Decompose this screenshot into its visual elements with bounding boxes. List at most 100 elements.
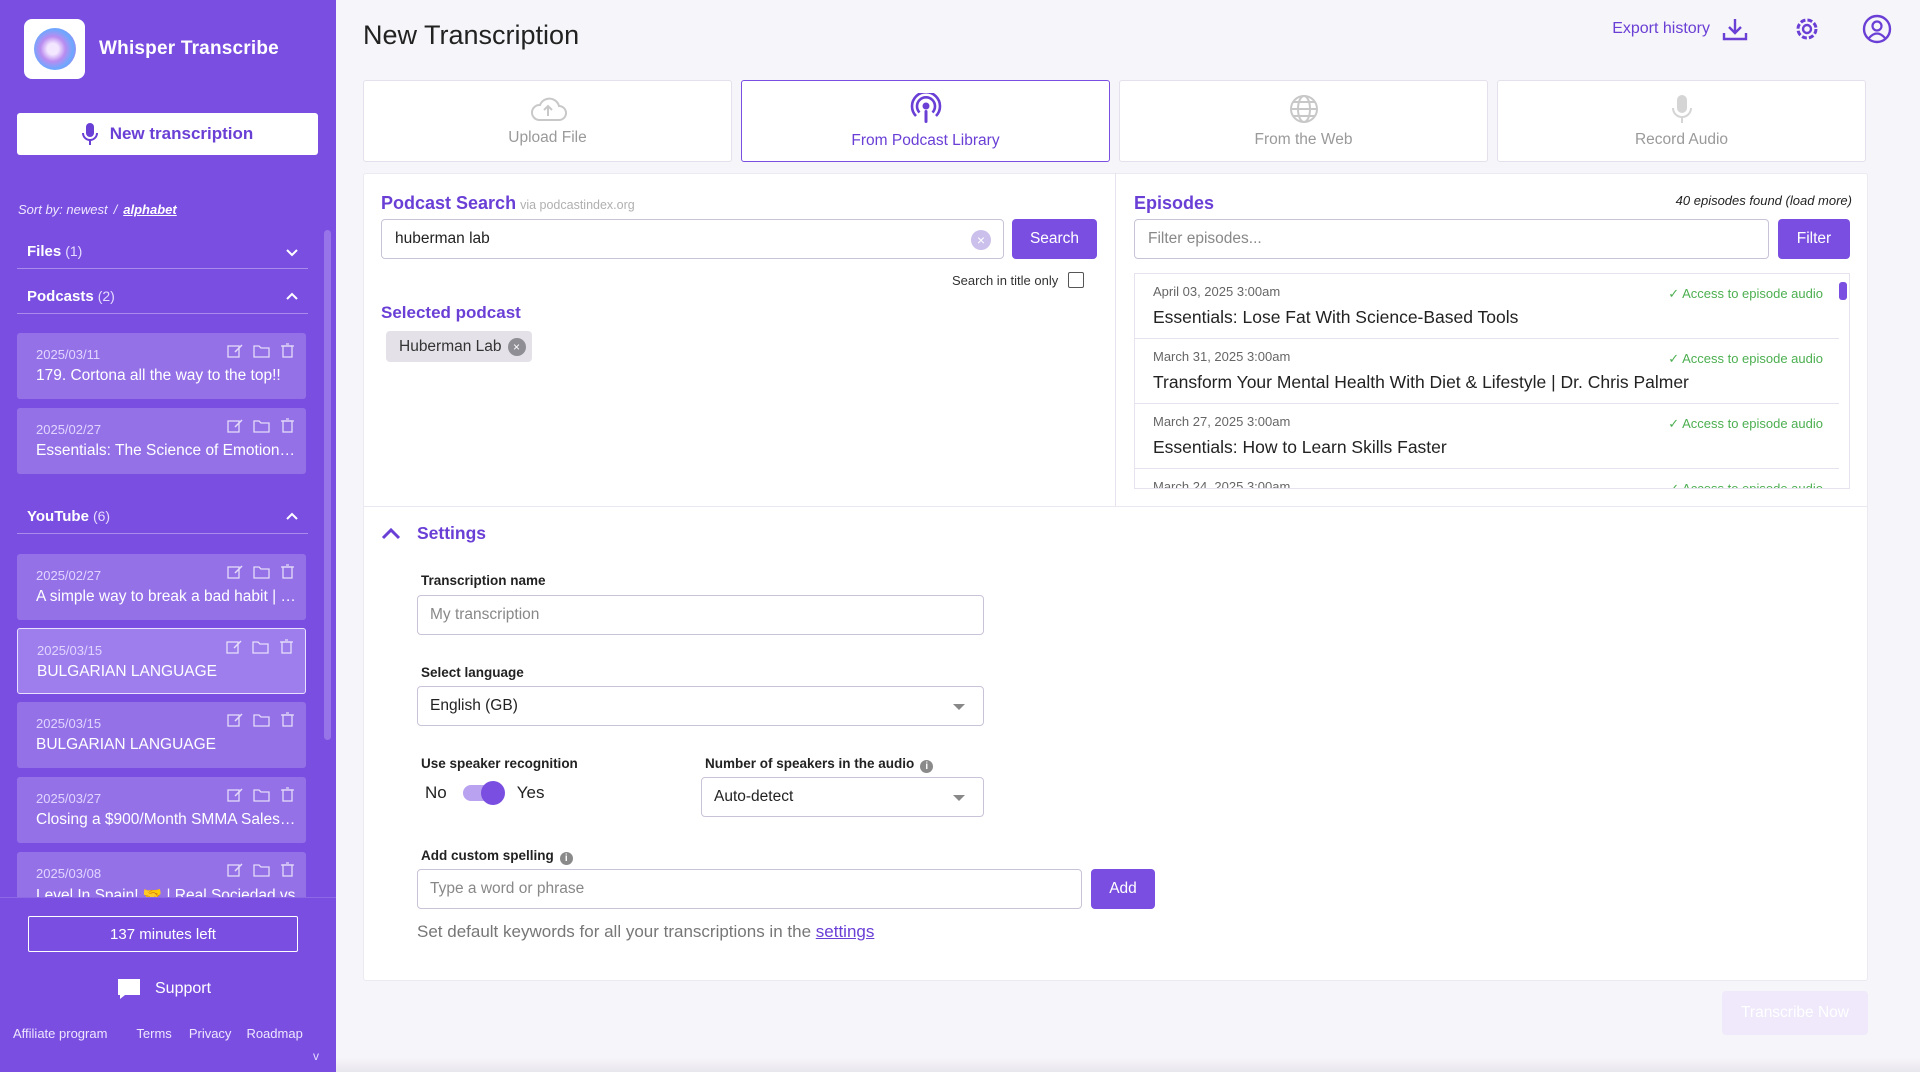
episode-filter-input[interactable]: Filter episodes... xyxy=(1134,219,1769,259)
list-item[interactable]: 2025/02/27 Essentials: The Science of Em… xyxy=(17,408,306,474)
edit-icon[interactable] xyxy=(227,712,244,727)
tab-podcast-library[interactable]: From Podcast Library xyxy=(741,80,1110,162)
list-item-selected[interactable]: 2025/03/15 BULGARIAN LANGUAGE xyxy=(17,628,306,694)
folder-icon[interactable] xyxy=(252,639,269,654)
search-button[interactable]: Search xyxy=(1012,219,1097,259)
episode-title: Essentials: How to Learn Skills Faster xyxy=(1153,437,1447,457)
edit-icon[interactable] xyxy=(227,564,244,579)
sort-alphabet-link[interactable]: alphabet xyxy=(123,202,176,217)
dropdown-caret-icon xyxy=(953,795,965,801)
trash-icon[interactable] xyxy=(279,343,296,358)
app-logo xyxy=(24,19,85,79)
podcast-search-title: Podcast Search xyxy=(381,193,517,213)
edit-icon[interactable] xyxy=(226,639,243,654)
clear-icon[interactable]: × xyxy=(971,230,991,250)
edit-icon[interactable] xyxy=(227,862,244,877)
item-title: BULGARIAN LANGUAGE xyxy=(37,663,218,680)
episodes-count[interactable]: 40 episodes found (load more) xyxy=(1676,193,1852,208)
affiliate-link[interactable]: Affiliate program xyxy=(13,1026,107,1041)
custom-spelling-label: Add custom spelling i xyxy=(421,848,573,865)
page-bottom-edge xyxy=(336,1058,1920,1072)
tab-upload-file[interactable]: Upload File xyxy=(363,80,732,162)
brand[interactable]: Whisper Transcribe xyxy=(24,19,279,79)
settings-title: Settings xyxy=(417,523,487,543)
episode-list-scrollbar[interactable] xyxy=(1839,282,1847,300)
episode-row[interactable]: March 24, 2025 3:00am ✓ Access to episod… xyxy=(1135,469,1839,488)
list-item[interactable]: 2025/03/11 179. Cortona all the way to t… xyxy=(17,333,306,399)
remove-chip-icon[interactable]: × xyxy=(507,337,526,356)
sort-newest[interactable]: newest xyxy=(66,202,107,217)
folder-icon[interactable] xyxy=(253,418,270,433)
trash-icon[interactable] xyxy=(279,787,296,802)
episode-title: Essentials: Lose Fat With Science-Based … xyxy=(1153,307,1519,327)
speaker-recognition-toggle[interactable] xyxy=(462,781,505,805)
search-title-only-label: Search in title only xyxy=(952,272,1059,288)
filter-button[interactable]: Filter xyxy=(1778,219,1850,259)
privacy-link[interactable]: Privacy xyxy=(189,1026,232,1041)
custom-spelling-input[interactable]: Type a word or phrase xyxy=(417,869,1082,909)
list-item[interactable]: 2025/03/27 Closing a $900/Month SMMA Sal… xyxy=(17,777,306,843)
export-history-button[interactable]: Export history xyxy=(1612,17,1748,41)
folder-icon[interactable] xyxy=(253,564,270,579)
info-icon[interactable]: i xyxy=(559,852,573,865)
section-files-label: Files xyxy=(27,243,62,260)
trash-icon[interactable] xyxy=(278,639,295,654)
episode-row[interactable]: March 31, 2025 3:00am Transform Your Men… xyxy=(1135,339,1839,404)
trash-icon[interactable] xyxy=(279,418,296,433)
globe-icon xyxy=(1289,94,1318,123)
episode-row[interactable]: March 27, 2025 3:00am Essentials: How to… xyxy=(1135,404,1839,469)
trash-icon[interactable] xyxy=(279,712,296,727)
transcription-name-input[interactable]: My transcription xyxy=(417,595,984,635)
selected-podcast-chip: Huberman Lab × xyxy=(386,331,532,362)
gear-icon[interactable] xyxy=(1792,14,1822,44)
item-title: Closing a $900/Month SMMA Sales Call xyxy=(36,811,298,828)
edit-icon[interactable] xyxy=(227,418,244,433)
support-link[interactable]: Support xyxy=(117,978,211,1000)
podcast-search-input[interactable]: huberman lab × xyxy=(381,219,1004,259)
minutes-left-button[interactable]: 137 minutes left xyxy=(28,916,298,952)
panel-divider xyxy=(363,506,1868,507)
transcription-name-label: Transcription name xyxy=(421,573,546,588)
folder-icon[interactable] xyxy=(253,787,270,802)
list-item[interactable]: 2025/02/27 A simple way to break a bad h… xyxy=(17,554,306,620)
trash-icon[interactable] xyxy=(279,564,296,579)
speakers-count-select[interactable]: Auto-detect xyxy=(701,777,984,817)
section-youtube[interactable]: YouTube (6) xyxy=(17,500,308,534)
edit-icon[interactable] xyxy=(227,787,244,802)
new-transcription-label: New transcription xyxy=(109,124,254,143)
new-transcription-button[interactable]: New transcription xyxy=(17,113,318,155)
section-youtube-label: YouTube xyxy=(27,508,89,525)
folder-icon[interactable] xyxy=(253,712,270,727)
section-files[interactable]: Files (1) xyxy=(17,235,308,269)
episode-row[interactable]: April 03, 2025 3:00am Essentials: Lose F… xyxy=(1135,274,1839,339)
sort-separator: / xyxy=(113,202,118,217)
top-actions: Export history xyxy=(1612,14,1892,44)
tab-label: Upload File xyxy=(508,128,587,146)
settings-link[interactable]: settings xyxy=(816,922,875,941)
transcribe-now-button[interactable]: Transcribe Now xyxy=(1722,991,1868,1035)
language-label: Select language xyxy=(421,665,524,680)
terms-link[interactable]: Terms xyxy=(136,1026,171,1041)
add-spelling-button[interactable]: Add xyxy=(1091,869,1155,909)
settings-toggle[interactable]: Settings xyxy=(381,523,486,544)
selected-podcast-name: Huberman Lab xyxy=(399,337,502,355)
sidebar-scrollbar[interactable] xyxy=(324,230,331,740)
folder-icon[interactable] xyxy=(253,343,270,358)
info-icon[interactable]: i xyxy=(920,760,934,773)
language-select[interactable]: English (GB) xyxy=(417,686,984,726)
user-icon[interactable] xyxy=(1862,14,1892,44)
list-item[interactable]: 2025/03/15 BULGARIAN LANGUAGE xyxy=(17,702,306,768)
folder-icon[interactable] xyxy=(253,862,270,877)
section-youtube-count: (6) xyxy=(92,508,111,524)
section-podcasts-count: (2) xyxy=(97,288,115,304)
roadmap-link[interactable]: Roadmap xyxy=(246,1026,302,1041)
tab-label: From Podcast Library xyxy=(851,131,1000,149)
title-only-checkbox[interactable] xyxy=(1068,272,1085,288)
section-podcasts[interactable]: Podcasts (2) xyxy=(17,280,308,314)
podcast-search-source: via podcastindex.org xyxy=(520,198,635,212)
tab-from-web[interactable]: From the Web xyxy=(1119,80,1488,162)
trash-icon[interactable] xyxy=(279,862,296,877)
edit-icon[interactable] xyxy=(227,343,244,358)
tab-record-audio[interactable]: Record Audio xyxy=(1497,80,1866,162)
version-label: v xyxy=(313,1049,319,1063)
